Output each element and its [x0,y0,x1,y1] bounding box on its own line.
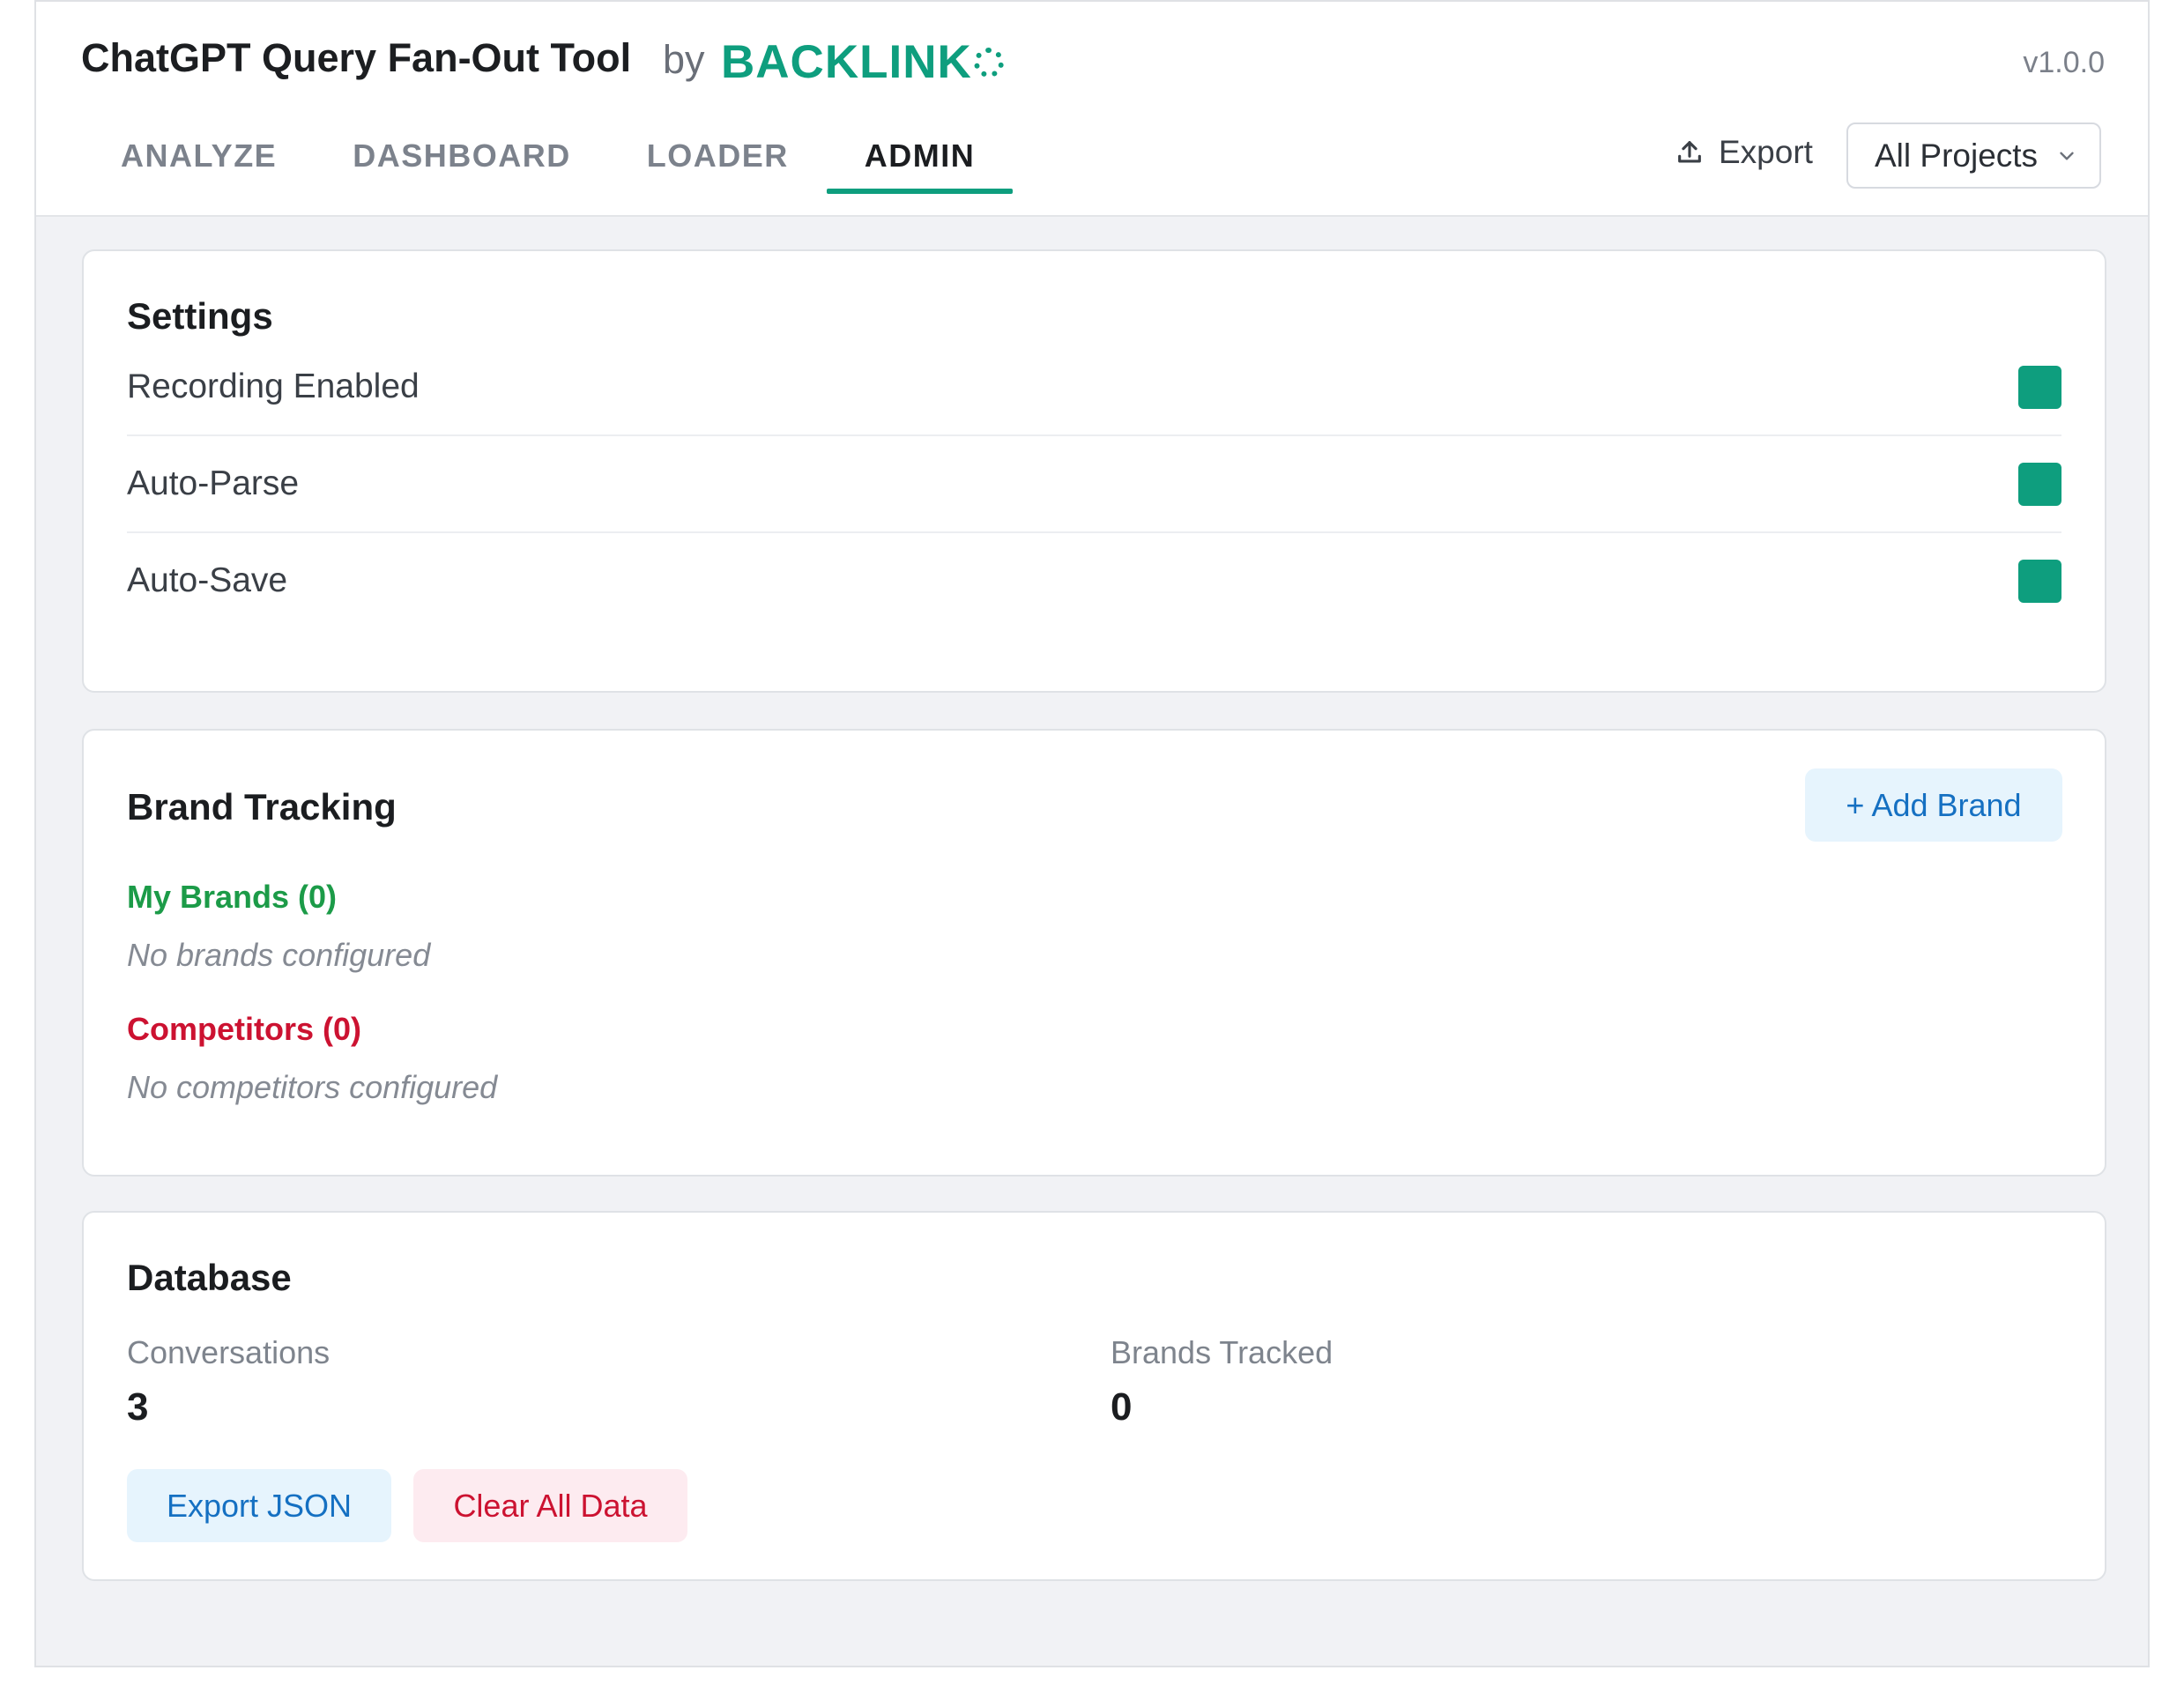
app-header: ChatGPT Query Fan-Out Tool by BACKLINK v… [36,0,2148,217]
chevron-down-icon [2060,152,2074,160]
conversations-value: 3 [127,1385,149,1429]
setting-label: Auto-Save [127,561,288,599]
upload-icon [1678,141,1701,163]
auto-save-toggle[interactable] [2018,559,2061,603]
add-brand-button[interactable]: + Add Brand [1805,768,2062,842]
my-brands-empty: No brands configured [127,937,431,973]
export-label: Export [1719,134,1813,170]
backlinko-logo: BACKLINK [721,35,1004,89]
project-select-value: All Projects [1875,137,2039,174]
app-title-by: by [663,37,705,82]
setting-label: Auto-Parse [127,464,300,502]
export-json-button[interactable]: Export JSON [127,1469,391,1542]
brands-tracked-value: 0 [1111,1385,1133,1429]
setting-auto-save: Auto-Save [127,533,2061,628]
brand-tracking-card: Brand Tracking + Add Brand My Brands (0)… [82,729,2106,1177]
tab-dashboard[interactable]: DASHBOARD [315,125,609,189]
setting-auto-parse: Auto-Parse [127,436,2061,533]
setting-label: Recording Enabled [127,367,420,405]
ring-o-icon [973,47,1004,78]
competitors-empty: No competitors configured [127,1069,498,1105]
database-title: Database [127,1257,292,1298]
conversations-label: Conversations [127,1334,331,1370]
version-label: v1.0.0 [2023,46,2105,79]
database-card: Database Conversations 3 Brands Tracked … [82,1211,2106,1581]
export-button[interactable]: Export [1675,134,1813,171]
app-title: ChatGPT Query Fan-Out Tool [81,35,632,80]
auto-parse-toggle[interactable] [2018,462,2061,506]
tab-admin[interactable]: ADMIN [826,125,1014,194]
tab-loader[interactable]: LOADER [609,125,827,189]
brands-tracked-label: Brands Tracked [1111,1334,1333,1370]
clear-all-data-button[interactable]: Clear All Data [413,1469,687,1542]
settings-card: Settings Recording Enabled Auto-Parse Au… [82,249,2106,693]
my-brands-heading: My Brands (0) [127,879,338,915]
tab-analyze[interactable]: ANALYZE [83,125,315,189]
app-window: ChatGPT Query Fan-Out Tool by BACKLINK v… [34,0,2150,1667]
brand-tracking-title: Brand Tracking [127,786,397,828]
recording-enabled-toggle[interactable] [2018,365,2061,409]
setting-recording-enabled: Recording Enabled [127,339,2061,436]
tab-bar: ANALYZE DASHBOARD LOADER ADMIN [83,125,1014,194]
settings-title: Settings [127,295,273,337]
competitors-heading: Competitors (0) [127,1011,362,1047]
logo-text: BACKLINK [721,36,972,88]
project-select[interactable]: All Projects [1846,122,2101,189]
